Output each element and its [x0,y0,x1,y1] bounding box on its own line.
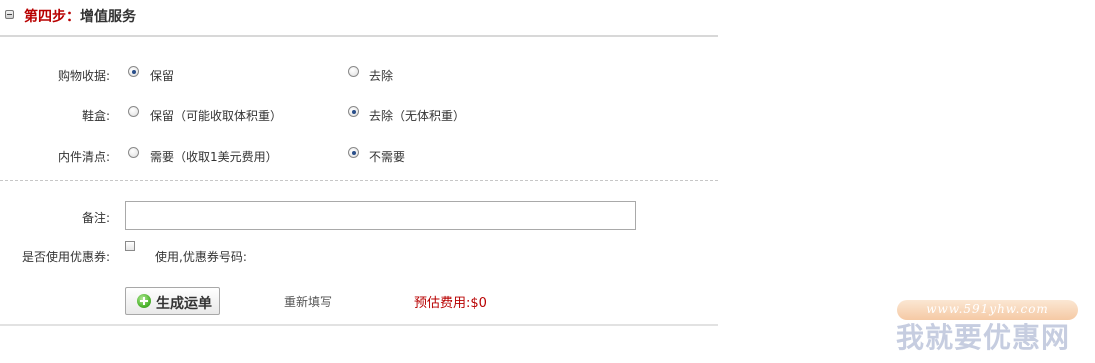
remark-input[interactable] [125,201,636,230]
remark-label: 备注: [81,211,110,225]
inventory-need-label[interactable]: 需要（收取1美元费用） [150,148,278,165]
generate-waybill-button[interactable]: 生成运单 [125,287,220,315]
inventory-check-label: 内件清点: [57,150,110,164]
shoebox-remove-radio[interactable] [348,106,359,117]
coupon-checkbox[interactable] [125,241,135,251]
reset-link[interactable]: 重新填写 [284,293,332,310]
receipt-label: 购物收据: [57,69,110,83]
collapse-icon[interactable] [5,10,14,19]
shoebox-label: 鞋盒: [81,109,110,123]
receipt-keep-label[interactable]: 保留 [150,67,174,84]
inventory-skip-label[interactable]: 不需要 [369,148,405,165]
receipt-remove-radio[interactable] [348,66,359,77]
estimated-fee: 预估费用:$0 [414,292,487,311]
receipt-remove-label[interactable]: 去除 [369,67,393,84]
shoebox-keep-label[interactable]: 保留（可能收取体积重） [150,107,282,124]
receipt-keep-radio[interactable] [128,66,139,77]
watermark-logo: 我就要优惠网 [896,321,1071,354]
header-divider [0,35,718,37]
step-title-text: 增值服务 [80,9,136,25]
inventory-need-radio[interactable] [128,147,139,158]
shoebox-keep-radio[interactable] [128,106,139,117]
coupon-checkbox-text: 使用,优惠券号码: [155,250,247,264]
section-title: 第四步：增值服务 [24,6,136,26]
step-number: 第四步： [24,9,80,25]
coupon-label: 是否使用优惠券: [21,250,110,264]
fee-value: $0 [470,296,487,311]
options-divider [0,180,718,181]
watermark-url: www.591yhw.com [926,302,1049,316]
inventory-skip-radio[interactable] [348,147,359,158]
fee-label: 预估费用: [414,296,471,311]
generate-waybill-label: 生成运单 [156,296,212,312]
shoebox-remove-label[interactable]: 去除（无体积重） [369,107,465,124]
footer-divider [0,324,718,326]
add-icon [137,294,151,308]
